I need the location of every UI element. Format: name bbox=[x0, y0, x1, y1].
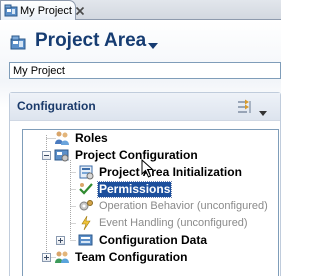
section-title: Configuration bbox=[17, 99, 96, 113]
tree-node-label-selected: Permissions bbox=[96, 180, 173, 198]
roles-icon bbox=[54, 130, 70, 146]
tree-node-label: Project Configuration bbox=[75, 147, 198, 162]
initialization-icon bbox=[78, 164, 94, 180]
tree-node-project-configuration[interactable]: Project Configuration bbox=[54, 147, 199, 163]
editor-tab-label: My Project bbox=[20, 5, 72, 17]
layout-toggle-icon[interactable] bbox=[236, 99, 254, 115]
team-config-icon bbox=[54, 249, 70, 265]
tree-node-team-configuration[interactable]: Team Configuration bbox=[54, 249, 188, 265]
tree-node-project-area-initialization[interactable]: Project Area Initialization bbox=[78, 164, 243, 180]
tree-node-label: Event Handling (unconfigured) bbox=[99, 216, 248, 229]
view-menu-chevron-icon[interactable] bbox=[259, 104, 267, 116]
tree-node-label: Operation Behavior (unconfigured) bbox=[99, 199, 268, 212]
expand-toggle-configuration-data[interactable] bbox=[56, 236, 65, 245]
editor-tab[interactable]: My Project bbox=[0, 0, 85, 21]
tree-node-roles[interactable]: Roles bbox=[54, 130, 109, 146]
page-title: Project Area bbox=[35, 30, 147, 51]
tree-node-event-handling[interactable]: Event Handling (unconfigured) bbox=[78, 215, 249, 231]
permissions-check-icon bbox=[78, 181, 94, 197]
project-name-field[interactable] bbox=[9, 62, 281, 79]
section-header: Configuration bbox=[10, 93, 280, 121]
tree-node-configuration-data[interactable]: Configuration Data bbox=[78, 232, 208, 248]
collapse-toggle-project-configuration[interactable] bbox=[42, 151, 51, 160]
project-area-icon bbox=[10, 35, 26, 51]
event-handling-icon bbox=[78, 215, 94, 231]
tree-node-permissions[interactable]: Permissions bbox=[78, 180, 173, 198]
tree-node-label: Roles bbox=[75, 130, 108, 145]
project-area-icon bbox=[4, 4, 18, 18]
editor-tab-bar: My Project bbox=[0, 0, 281, 21]
expand-toggle-team-configuration[interactable] bbox=[42, 253, 51, 262]
configuration-tree[interactable]: Roles Project Configuration Project Area… bbox=[22, 129, 279, 276]
close-icon[interactable] bbox=[75, 5, 85, 17]
tree-node-label: Team Configuration bbox=[75, 249, 188, 264]
operation-behavior-icon bbox=[78, 198, 94, 214]
editor-window: My Project Project Area Configurati bbox=[0, 0, 281, 276]
project-config-icon bbox=[54, 147, 70, 163]
tree-node-operation-behavior[interactable]: Operation Behavior (unconfigured) bbox=[78, 198, 269, 214]
tree-node-label: Project Area Initialization bbox=[99, 164, 242, 179]
configuration-section: Configuration Roles Project Configuratio… bbox=[9, 92, 281, 276]
configuration-data-icon bbox=[78, 232, 94, 248]
chevron-down-icon[interactable] bbox=[148, 37, 158, 49]
tree-node-label: Configuration Data bbox=[99, 232, 207, 247]
